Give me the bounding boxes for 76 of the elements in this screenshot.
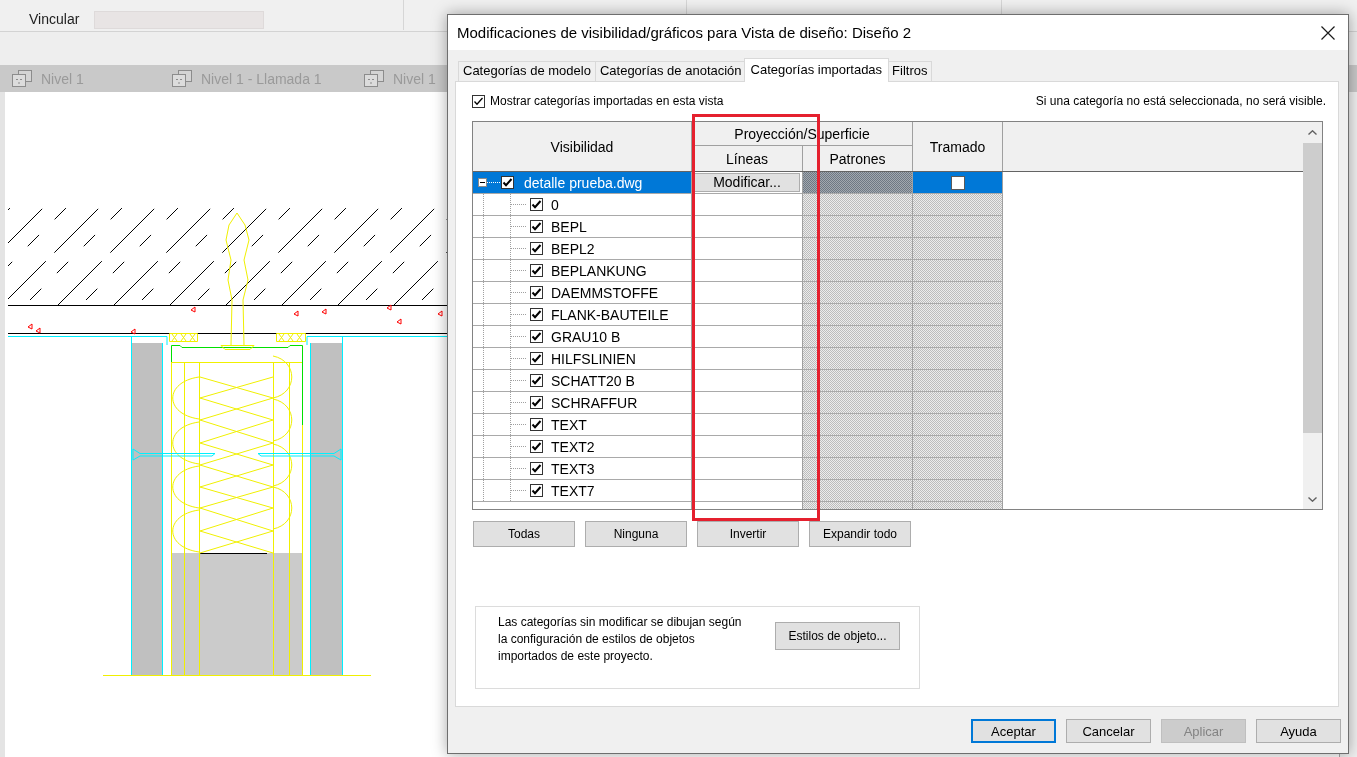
tree-item[interactable]: 0	[473, 194, 692, 216]
action-button[interactable]: Ninguna	[585, 521, 687, 547]
checkbox[interactable]	[530, 440, 543, 453]
tree-item[interactable]: BEPL2	[473, 238, 692, 260]
checkbox[interactable]	[530, 308, 543, 321]
scrollbar[interactable]	[1303, 122, 1322, 509]
tree-item[interactable]: SCHRAFFUR	[473, 392, 692, 414]
checkbox[interactable]	[530, 462, 543, 475]
category-label: detalle prueba.dwg	[524, 174, 643, 191]
tree-item[interactable]: HILFSLINIEN	[473, 348, 692, 370]
chevron-down-icon[interactable]	[1308, 496, 1317, 502]
category-label: FLANK-BAUTEILE	[551, 306, 669, 323]
category-label: TEXT	[551, 416, 587, 433]
tree-item[interactable]: GRAU10 B	[473, 326, 692, 348]
tab[interactable]: Filtros	[887, 61, 933, 81]
scrollbar-thumb[interactable]	[1303, 143, 1322, 433]
tree-item[interactable]: detalle prueba.dwg	[473, 172, 692, 194]
column-header: Tramado	[913, 122, 1003, 171]
category-label: TEXT3	[551, 460, 595, 477]
category-label: SCHATT20 B	[551, 372, 635, 389]
category-label: BEPLANKUNG	[551, 262, 647, 279]
category-label: BEPL2	[551, 240, 595, 257]
checkbox[interactable]	[530, 264, 543, 277]
tree-item[interactable]: BEPLANKUNG	[473, 260, 692, 282]
chevron-up-icon[interactable]	[1308, 129, 1317, 135]
checkbox[interactable]	[530, 220, 543, 233]
category-label: DAEMMSTOFFE	[551, 284, 659, 301]
category-label: BEPL	[551, 218, 587, 235]
action-button[interactable]: Invertir	[697, 521, 799, 547]
checkbox[interactable]	[530, 396, 543, 409]
tree-item[interactable]: TEXT2	[473, 436, 692, 458]
link-label: Vincular	[28, 11, 81, 28]
action-button[interactable]: Todas	[473, 521, 575, 547]
checkbox[interactable]	[530, 198, 543, 211]
modify-button[interactable]: Modificar...	[694, 173, 800, 192]
tab[interactable]: Categorías de anotación	[594, 61, 747, 81]
checkbox[interactable]	[530, 330, 543, 343]
object-styles-button[interactable]: Estilos de objeto...	[775, 622, 900, 650]
tree-item[interactable]: TEXT	[473, 414, 692, 436]
tree-item[interactable]: FLANK-BAUTEILE	[473, 304, 692, 326]
category-label: 0	[551, 196, 559, 213]
checkbox[interactable]	[950, 175, 965, 190]
dialog-button[interactable]: Ayuda	[1256, 719, 1341, 743]
checkbox[interactable]	[472, 94, 485, 108]
column-header: Visibilidad	[473, 122, 692, 171]
category-label: GRAU10 B	[551, 328, 621, 345]
category-label: TEXT2	[551, 438, 595, 455]
table-cell[interactable]	[913, 172, 1003, 194]
tab[interactable]: Categorías importadas	[743, 58, 890, 82]
hint-text: Si una categoría no está seleccionada, no será visible.	[1035, 94, 1326, 108]
checkbox-label[interactable]: Mostrar categorías importadas en esta vista	[490, 94, 724, 108]
close-icon[interactable]	[1321, 25, 1335, 40]
dialog-button[interactable]: Cancelar	[1066, 719, 1151, 743]
dialog-title: Modificaciones de visibilidad/gráficos para Vista de diseño: Diseño 2	[457, 24, 912, 41]
category-label: SCHRAFFUR	[551, 394, 638, 411]
tree-item[interactable]: BEPL	[473, 216, 692, 238]
tree-item[interactable]: TEXT7	[473, 480, 692, 502]
action-button[interactable]: Expandir todo	[809, 521, 911, 547]
info-text: Las categorías sin modificar se dibujan según la configuración de estilos de objetos importados de este proyecto.	[498, 614, 743, 665]
checkbox[interactable]	[530, 286, 543, 299]
checkbox[interactable]	[530, 484, 543, 497]
collapse-icon[interactable]	[478, 178, 487, 187]
tree-item[interactable]: SCHATT20 B	[473, 370, 692, 392]
checkbox[interactable]	[530, 242, 543, 255]
checkbox[interactable]	[501, 176, 514, 189]
tree-item[interactable]: DAEMMSTOFFE	[473, 282, 692, 304]
checkbox[interactable]	[530, 418, 543, 431]
checkbox[interactable]	[530, 374, 543, 387]
checkbox[interactable]	[530, 352, 543, 365]
column-header: Patrones	[803, 146, 913, 171]
tree-item[interactable]: TEXT3	[473, 458, 692, 480]
category-label: HILFSLINIEN	[551, 350, 636, 367]
category-label: TEXT7	[551, 482, 595, 499]
tab[interactable]: Categorías de modelo	[458, 61, 596, 81]
tree-line-icon	[487, 182, 501, 183]
dialog-button[interactable]: Aceptar	[971, 719, 1056, 743]
